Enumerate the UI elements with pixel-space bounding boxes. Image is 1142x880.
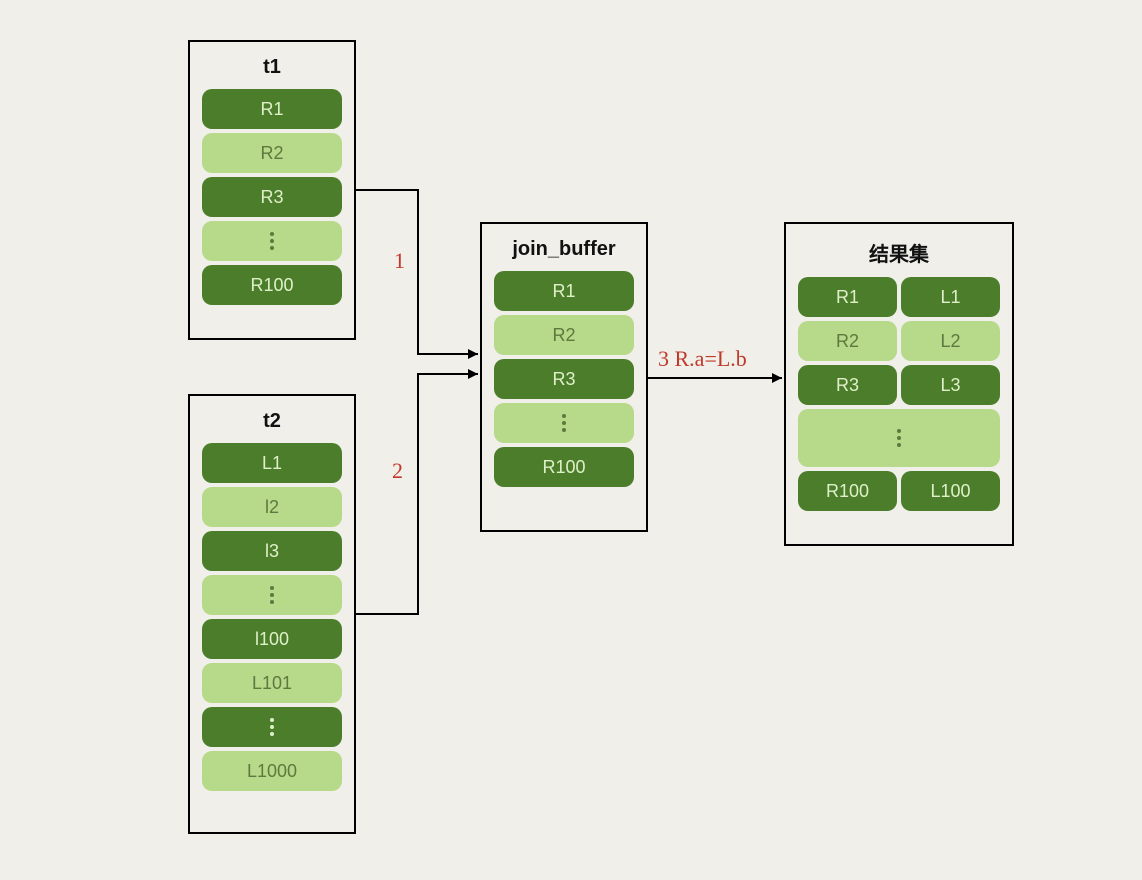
data-row: R3 xyxy=(202,177,342,217)
data-row: l3 xyxy=(202,531,342,571)
data-row: R100 xyxy=(494,447,634,487)
edge-1-label: 1 xyxy=(394,248,405,274)
data-row: R3 xyxy=(494,359,634,399)
box-t2-rows: L1l2l3 l100L101 L1000 xyxy=(190,443,354,803)
edge-2-label: 2 xyxy=(392,458,403,484)
box-t2-title: t2 xyxy=(190,410,354,433)
data-row: R1 xyxy=(494,271,634,311)
data-row: l100 xyxy=(202,619,342,659)
box-join-buffer-rows: R1R2R3 R100 xyxy=(482,271,646,499)
box-t2: t2 L1l2l3 l100L101 L1000 xyxy=(188,394,356,834)
box-t1-rows: R1R2R3 R100 xyxy=(190,89,354,317)
result-left: R1 xyxy=(798,277,897,317)
edge-1 xyxy=(356,190,478,354)
data-row: R2 xyxy=(202,133,342,173)
diagram-stage: t1 R1R2R3R100 t2 L1l2l3l100L101L1000 joi… xyxy=(0,0,1142,880)
data-row: L101 xyxy=(202,663,342,703)
result-row: R2L2 xyxy=(798,321,1000,361)
box-t1-title: t1 xyxy=(190,56,354,79)
box-t1: t1 R1R2R3 R100 xyxy=(188,40,356,340)
data-row: R100 xyxy=(202,265,342,305)
data-row: R2 xyxy=(494,315,634,355)
box-result-rows: R1L1R2L2R3L3 R100L100 xyxy=(786,277,1012,523)
box-join-buffer: join_buffer R1R2R3 R100 xyxy=(480,222,648,532)
box-join-buffer-title: join_buffer xyxy=(482,238,646,261)
result-left: R3 xyxy=(798,365,897,405)
vdots-icon xyxy=(798,409,1000,467)
box-result: 结果集 R1L1R2L2R3L3 R100L100 xyxy=(784,222,1014,546)
data-row: L1 xyxy=(202,443,342,483)
result-left: R100 xyxy=(798,471,897,511)
vdots-icon xyxy=(202,707,342,747)
result-row: R3L3 xyxy=(798,365,1000,405)
result-right: L3 xyxy=(901,365,1000,405)
edge-2 xyxy=(356,374,478,614)
data-row: l2 xyxy=(202,487,342,527)
box-result-title: 结果集 xyxy=(786,238,1012,267)
data-row: R1 xyxy=(202,89,342,129)
result-right: L2 xyxy=(901,321,1000,361)
vdots-icon xyxy=(494,403,634,443)
vdots-icon xyxy=(202,575,342,615)
result-right: L100 xyxy=(901,471,1000,511)
result-right: L1 xyxy=(901,277,1000,317)
data-row: L1000 xyxy=(202,751,342,791)
result-row: R100L100 xyxy=(798,471,1000,511)
result-left: R2 xyxy=(798,321,897,361)
vdots-icon xyxy=(202,221,342,261)
result-row: R1L1 xyxy=(798,277,1000,317)
edge-3-label: 3 R.a=L.b xyxy=(658,346,747,372)
